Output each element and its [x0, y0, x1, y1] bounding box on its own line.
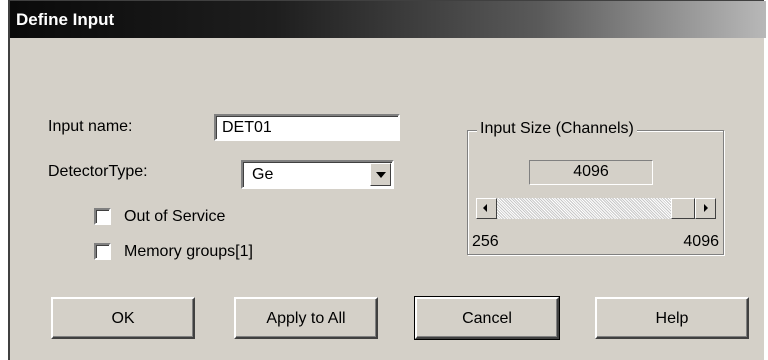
- memory-groups-checkbox[interactable]: [94, 243, 111, 260]
- detector-type-label: DetectorType:: [48, 163, 148, 180]
- help-button[interactable]: Help: [595, 297, 749, 339]
- apply-to-all-button[interactable]: Apply to All: [234, 297, 378, 339]
- cancel-button[interactable]: Cancel: [414, 296, 560, 340]
- input-size-max-label: 4096: [683, 233, 719, 250]
- define-input-dialog: Define Input Input name: DET01 DetectorT…: [8, 0, 766, 360]
- scroll-left-arrow-icon[interactable]: [476, 198, 497, 219]
- memory-groups-label[interactable]: Memory groups[1]: [124, 243, 253, 261]
- input-name-label: Input name:: [48, 118, 133, 135]
- input-size-min-label: 256: [472, 233, 499, 250]
- detector-type-value: Ge: [252, 166, 274, 183]
- out-of-service-checkbox[interactable]: [94, 208, 111, 225]
- input-size-group: Input Size (Channels) 4096 256 4096: [467, 120, 724, 255]
- input-name-field[interactable]: DET01: [214, 114, 400, 141]
- chevron-down-icon[interactable]: [370, 163, 391, 186]
- input-size-title: Input Size (Channels): [477, 120, 637, 138]
- out-of-service-label[interactable]: Out of Service: [124, 208, 225, 226]
- slider-thumb[interactable]: [671, 198, 695, 219]
- input-size-readout: 4096: [529, 160, 653, 185]
- detector-type-select[interactable]: Ge: [241, 160, 394, 189]
- ok-button[interactable]: OK: [51, 297, 195, 339]
- title-bar[interactable]: Define Input: [10, 1, 766, 38]
- scroll-right-arrow-icon[interactable]: [695, 198, 716, 219]
- dialog-title: Define Input: [16, 10, 115, 29]
- input-size-slider[interactable]: [476, 198, 716, 219]
